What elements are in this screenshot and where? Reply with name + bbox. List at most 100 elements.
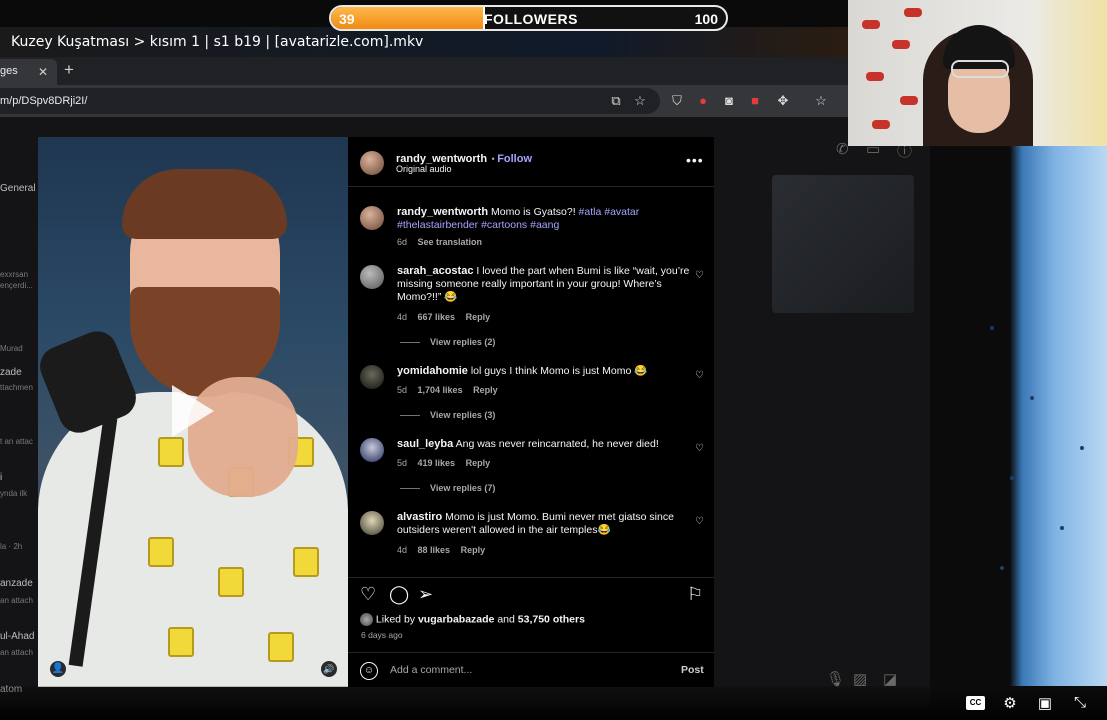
follow-button[interactable]: Follow: [497, 153, 532, 165]
post-button[interactable]: Post: [681, 664, 704, 676]
extension-red-icon[interactable]: ●: [695, 93, 711, 109]
emoji-icon[interactable]: ☺: [360, 662, 378, 680]
audio-label[interactable]: Original audio: [396, 164, 452, 174]
sidebar-fragment[interactable]: anzade: [0, 578, 33, 589]
view-replies-button[interactable]: View replies (3): [400, 410, 495, 420]
comment-time[interactable]: 5d: [397, 385, 407, 395]
comment-time[interactable]: 4d: [397, 545, 407, 555]
comment-username[interactable]: saul_leyba: [397, 438, 453, 450]
background-speck: [1010, 476, 1014, 480]
commenter-avatar[interactable]: [360, 511, 384, 535]
sidebar-fragment[interactable]: zade: [0, 367, 22, 378]
heart-icon[interactable]: ♡: [360, 584, 376, 605]
post-date[interactable]: 6 days ago: [361, 630, 403, 640]
post-header: randy_wentworth • Follow Original audio …: [348, 137, 714, 187]
comment-text-block: alvastiro Momo is just Momo. Bumi never …: [397, 511, 692, 537]
shield-extension-icon[interactable]: ⛉: [669, 93, 685, 109]
cast-icon[interactable]: ⧉: [608, 93, 624, 109]
toy-car: [900, 96, 918, 105]
hashtag[interactable]: #aang: [530, 219, 559, 231]
like-comment-heart-icon[interactable]: ♡: [695, 516, 704, 527]
sidebar-fragment[interactable]: ul-Ahad: [0, 631, 34, 642]
followers-goal: 100: [694, 11, 718, 27]
toy-car: [892, 40, 910, 49]
sidebar-fragment: an attach: [0, 596, 33, 605]
new-tab-icon[interactable]: +: [64, 60, 74, 80]
comment-icon[interactable]: ◯: [389, 584, 409, 605]
video-background-right: [930, 146, 1107, 686]
liker-avatar[interactable]: [360, 613, 373, 626]
miniplayer-icon[interactable]: ▣: [1035, 694, 1055, 712]
like-comment-heart-icon[interactable]: ♡: [695, 370, 704, 381]
play-icon[interactable]: [172, 385, 214, 437]
hashtag[interactable]: #thelastairbender: [397, 219, 478, 231]
reply-button[interactable]: Reply: [466, 458, 491, 468]
hashtag[interactable]: #cartoons: [481, 219, 527, 231]
reply-button[interactable]: Reply: [461, 545, 486, 555]
exit-fullscreen-icon[interactable]: ⤡: [1070, 694, 1090, 711]
like-comment-heart-icon[interactable]: ♡: [695, 443, 704, 454]
comment-likes[interactable]: 419 likes: [418, 458, 456, 468]
puzzle-extension-icon[interactable]: ✥: [775, 93, 791, 109]
reel-video[interactable]: 👤 🔊: [38, 137, 348, 687]
caption-text: Momo is Gyatso?!: [491, 206, 576, 218]
comment-username[interactable]: yomidahomie: [397, 365, 468, 377]
comment-likes[interactable]: 1,704 likes: [418, 385, 463, 395]
like-comment-heart-icon[interactable]: ♡: [695, 270, 704, 281]
comment-text: Ang was never reincarnated, he never die…: [455, 438, 659, 450]
reply-button[interactable]: Reply: [466, 312, 491, 322]
sidebar-fragment[interactable]: i: [0, 472, 2, 483]
post-panel: randy_wentworth • Follow Original audio …: [348, 137, 714, 687]
address-bar[interactable]: m/p/DSpv8DRji2I/: [0, 88, 660, 114]
video-hair: [122, 169, 287, 239]
liked-by-prefix: Liked by: [375, 613, 416, 626]
browser-tab[interactable]: ges ✕: [0, 59, 57, 85]
sidebar-fragment: an attach: [0, 648, 33, 657]
view-replies-button[interactable]: View replies (2): [400, 337, 495, 347]
comment-likes[interactable]: 88 likes: [418, 545, 451, 555]
caption-text-block: randy_wentworth Momo is Gyatso?! #atla #…: [397, 206, 692, 232]
shirt-print: [218, 567, 244, 597]
close-tab-icon[interactable]: ✕: [38, 65, 48, 79]
bookmark-icon[interactable]: ⚐: [687, 584, 703, 605]
commenter-avatar[interactable]: [360, 365, 384, 389]
comment-time[interactable]: 4d: [397, 312, 407, 322]
sound-icon[interactable]: 🔊: [321, 661, 337, 677]
dm-video-thumbnail: [772, 175, 914, 313]
background-speck: [1060, 526, 1064, 530]
author-avatar[interactable]: [360, 206, 384, 230]
comment-composer: ☺ Add a comment... Post: [348, 652, 714, 687]
sidebar-fragment: General: [0, 183, 36, 194]
camera-extension-icon[interactable]: ◙: [721, 93, 737, 109]
comment-username[interactable]: sarah_acostac: [397, 265, 473, 277]
view-replies-button[interactable]: View replies (7): [400, 483, 495, 493]
comment-likes[interactable]: 667 likes: [418, 312, 456, 322]
caption-time[interactable]: 6d: [397, 237, 407, 247]
more-options-icon[interactable]: •••: [686, 152, 704, 168]
reply-button[interactable]: Reply: [473, 385, 498, 395]
hashtag[interactable]: #atla: [579, 206, 602, 218]
caption-username[interactable]: randy_wentworth: [397, 206, 488, 218]
toy-car: [904, 8, 922, 17]
share-icon[interactable]: ➢: [418, 584, 433, 605]
comment-input[interactable]: Add a comment...: [390, 664, 472, 676]
shirt-print: [148, 537, 174, 567]
star-icon[interactable]: ☆: [632, 93, 648, 109]
tagged-user-icon[interactable]: 👤: [50, 661, 66, 677]
commenter-avatar[interactable]: [360, 265, 384, 289]
sidebar-fragment: ynda ilk: [0, 489, 28, 498]
extension-box-icon[interactable]: ■: [747, 93, 763, 109]
webcam-overlay: [848, 0, 1107, 146]
likes-count[interactable]: 53,750 others: [518, 613, 585, 625]
bookmark-star-icon[interactable]: ☆: [813, 93, 829, 109]
hashtag[interactable]: #avatar: [604, 206, 639, 218]
comment-time[interactable]: 5d: [397, 458, 407, 468]
commenter-avatar[interactable]: [360, 438, 384, 462]
author-avatar[interactable]: [360, 151, 384, 175]
settings-gear-icon[interactable]: ⚙: [1000, 694, 1020, 712]
see-translation-button[interactable]: See translation: [418, 237, 483, 247]
captions-icon[interactable]: CC: [966, 696, 985, 710]
shirt-print: [293, 547, 319, 577]
comment-username[interactable]: alvastiro: [397, 511, 442, 523]
liked-by-user[interactable]: vugarbabazade: [418, 613, 494, 625]
